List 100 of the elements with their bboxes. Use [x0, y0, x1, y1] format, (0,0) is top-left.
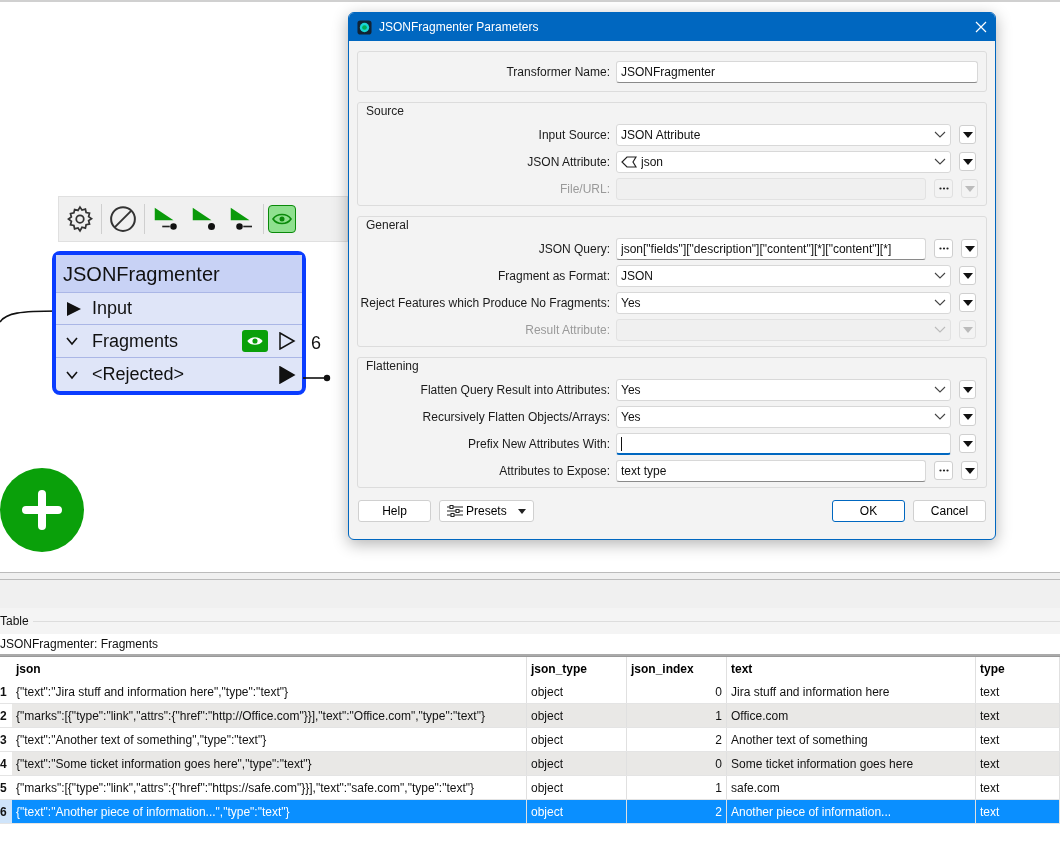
ok-button[interactable]: OK: [832, 500, 905, 522]
caret-icon: [962, 272, 973, 279]
menu-button[interactable]: [959, 152, 976, 171]
field-value: JSON: [621, 267, 654, 285]
field-value: Yes: [621, 408, 642, 426]
ellipsis-button[interactable]: [934, 461, 953, 480]
table-cell: object: [527, 680, 627, 703]
field-value: Yes: [621, 381, 642, 399]
ellipsis-icon: [938, 469, 949, 472]
menu-button[interactable]: [959, 380, 976, 399]
caret-icon: [962, 326, 973, 333]
ellipsis-button[interactable]: [934, 239, 953, 258]
dropdown-field[interactable]: JSON: [616, 264, 951, 287]
input-field[interactable]: json["fields"]["description"]["content"][*]["content"][*]: [616, 237, 926, 260]
input-field[interactable]: JSONFragmenter: [616, 60, 978, 83]
ellipsis-icon: [938, 247, 949, 250]
menu-button[interactable]: [959, 407, 976, 426]
field-label: File/URL:: [559, 180, 611, 198]
field-value: json: [641, 153, 664, 171]
table-cell: Some ticket information goes here: [727, 752, 976, 775]
table-subtitle: JSONFragmenter: Fragments: [0, 636, 159, 653]
dropdown-field[interactable]: json: [616, 150, 951, 173]
menu-button[interactable]: [959, 125, 976, 144]
caret-icon: [962, 158, 973, 165]
input-port-icon[interactable]: [66, 300, 82, 317]
field-label: Transformer Name:: [505, 63, 611, 81]
menu-button[interactable]: [961, 239, 978, 258]
caret-icon: [962, 440, 973, 447]
dropdown-field[interactable]: Yes: [616, 405, 951, 428]
node-title: JSONFragmenter: [56, 255, 302, 293]
caret-icon: [962, 386, 973, 393]
table-cell: object: [527, 752, 627, 775]
table-cell: object: [527, 704, 627, 727]
inspect-badge[interactable]: [242, 330, 268, 352]
text-cursor: [621, 436, 622, 451]
menu-button[interactable]: [959, 293, 976, 312]
port-label: Fragments: [92, 329, 180, 353]
table-row[interactable]: 6 {"text":"Another piece of information...","type":"text"} object 2 Another piece of information... text: [0, 800, 1060, 824]
table-row[interactable]: 4 {"text":"Some ticket information goes here","type":"text"} object 0 Some ticket information goes here text: [0, 752, 1060, 776]
menu-button[interactable]: [959, 434, 976, 453]
table-row[interactable]: 5 {"marks":[{"type":"link","attrs":{"href":"https://safe.com"}}],"text":"safe.com","type":"text"} object 1 safe.com text: [0, 776, 1060, 800]
dropdown-field[interactable]: Yes: [616, 291, 951, 314]
port-label: Input: [92, 297, 133, 320]
field-value: JSON Attribute: [621, 126, 702, 144]
table-row[interactable]: 1 {"text":"Jira stuff and information here","type":"text"} object 0 Jira stuff and information here text: [0, 680, 1060, 704]
expand-chevron-icon[interactable]: [66, 336, 78, 346]
table-cell: text: [976, 776, 1060, 799]
menu-button[interactable]: [961, 461, 978, 480]
table-row[interactable]: 3 {"text":"Another text of something","type":"text"} object 2 Another text of something text: [0, 728, 1060, 752]
table-cell: 2: [627, 800, 727, 823]
row-number: 4: [0, 752, 12, 775]
table-cell: {"text":"Another text of something","type":"text"}: [12, 728, 527, 751]
table-cell: text: [976, 704, 1060, 727]
expand-chevron-icon[interactable]: [66, 369, 78, 380]
table-cell: Jira stuff and information here: [727, 680, 976, 703]
output-port-icon[interactable]: [278, 365, 296, 384]
table-cell: 2: [627, 728, 727, 751]
table-cell: {"marks":[{"type":"link","attrs":{"href":"http://Office.com"}}],"text":"Office.com","type":"text"}: [12, 704, 527, 727]
table-cell: Another piece of information...: [727, 800, 976, 823]
table-cell: 0: [627, 752, 727, 775]
table-cell: {"marks":[{"type":"link","attrs":{"href":"https://safe.com"}}],"text":"safe.com","type":"text"}: [12, 776, 527, 799]
group-title: Source: [365, 103, 406, 119]
row-number: 2: [0, 704, 12, 727]
field-value: Yes: [621, 294, 642, 312]
field-label: Result Attribute:: [524, 321, 611, 339]
field-label: JSON Attribute:: [526, 153, 611, 171]
help-button[interactable]: Help: [358, 500, 431, 522]
table-cell: Another text of something: [727, 728, 976, 751]
presets-button[interactable]: Presets: [439, 500, 534, 522]
field-label: Recursively Flatten Objects/Arrays:: [421, 408, 611, 426]
chevron-down-icon: [934, 412, 946, 421]
field-value: JSONFragmenter: [621, 63, 717, 81]
transformer-node[interactable]: JSONFragmenter Input Fragments <Rejected>: [52, 251, 306, 395]
table-cell: Office.com: [727, 704, 976, 727]
dropdown-field[interactable]: JSON Attribute: [616, 123, 951, 146]
output-port-icon[interactable]: [278, 332, 296, 350]
eye-icon: [246, 335, 264, 347]
table-row[interactable]: 2 {"marks":[{"type":"link","attrs":{"href":"http://Office.com"}}],"text":"Office.com","type":"text"} object 1 Office.com text: [0, 704, 1060, 728]
plus-icon: [22, 490, 62, 530]
table-cell: 1: [627, 776, 727, 799]
field-value: json["fields"]["description"]["content"][*]["content"][*]: [621, 240, 893, 258]
table-cell: {"text":"Some ticket information goes here","type":"text"}: [12, 752, 527, 775]
menu-button[interactable]: [959, 266, 976, 285]
input-field[interactable]: [616, 432, 951, 455]
table-cell: 0: [627, 680, 727, 703]
sliders-icon: [447, 505, 463, 517]
connector-line: [303, 374, 331, 382]
close-icon[interactable]: [975, 21, 987, 33]
field-value: text type: [621, 462, 668, 480]
input-field[interactable]: text type: [616, 459, 926, 482]
dropdown-field[interactable]: Yes: [616, 378, 951, 401]
table-cell: text: [976, 728, 1060, 751]
field-label: JSON Query:: [537, 240, 611, 258]
field-label: Reject Features which Produce No Fragments:: [359, 294, 611, 312]
app-icon: [357, 19, 372, 35]
inspect-toggle[interactable]: [268, 205, 296, 233]
caret-icon: [962, 299, 973, 306]
table-cell: {"text":"Jira stuff and information here","type":"text"}: [12, 680, 527, 703]
table-cell: object: [527, 728, 627, 751]
cancel-button[interactable]: Cancel: [913, 500, 986, 522]
